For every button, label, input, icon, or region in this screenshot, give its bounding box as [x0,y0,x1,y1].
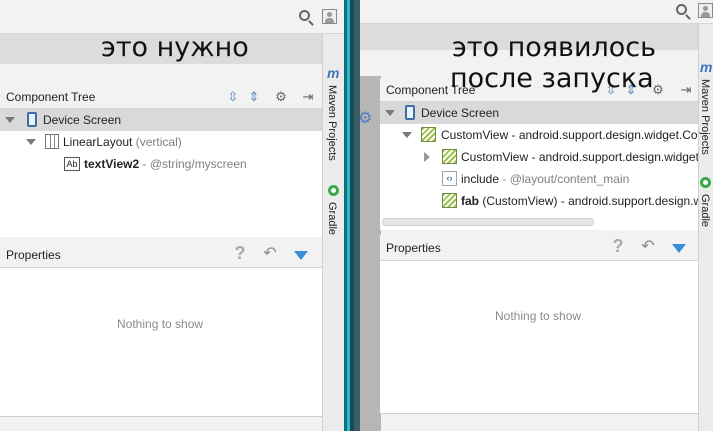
tree-item-detail: - @layout/content_main [502,172,630,186]
tree-item-detail: - android.support.design.widget [531,150,699,164]
expand-arrow-icon[interactable] [26,139,36,145]
right-side-tool-strip: m Maven Projects Gradle [698,24,713,431]
properties-title: Properties [6,248,61,262]
filter-icon[interactable] [294,251,308,260]
left-caption: это нужно [101,32,249,63]
custom-view-icon [421,127,436,142]
gradle-tab[interactable]: Gradle [326,202,338,235]
editor-preview-strip [360,76,381,431]
tree-item-label: LinearLayout (vertical) [63,131,182,153]
expand-arrow-icon[interactable] [385,110,395,116]
hide-panel-icon[interactable]: ⇥ [678,82,694,98]
tree-root-row[interactable]: Device Screen [380,102,698,124]
maven-icon[interactable]: m [327,65,339,81]
device-icon [405,105,415,120]
linear-layout-icon [45,134,59,149]
tree-item-label: textView2 - @string/myscreen [84,153,247,175]
custom-view-icon [442,149,457,164]
left-component-tree: Device Screen LinearLayout (vertical) Ab… [0,109,322,237]
tree-item-name: fab [461,194,479,208]
tree-root-row[interactable]: Device Screen [0,109,322,131]
custom-view-icon [442,193,457,208]
horizontal-scrollbar[interactable] [382,218,594,226]
expand-arrow-icon[interactable] [5,117,15,123]
tree-item-detail: (CustomView) - android.support.design.w [482,194,703,208]
left-side-tool-strip: m Maven Projects Gradle [322,34,344,431]
component-tree-title: Component Tree [6,90,96,104]
left-properties-body: Nothing to show [0,268,322,416]
tree-item-name: CustomView [461,150,529,164]
undo-icon[interactable]: ↶ [262,246,278,262]
tree-row-linearlayout[interactable]: LinearLayout (vertical) [0,131,322,153]
collapsed-arrow-icon[interactable] [424,152,430,162]
tree-item-label: CustomView - android.support.design.widg… [461,146,699,168]
device-icon [27,112,37,127]
right-properties-header: Properties ? ↶ [380,235,698,261]
tree-root-label: Device Screen [43,113,122,127]
tree-item-label: include - @layout/content_main [461,168,629,190]
tree-item-detail: - android.support.design.widget.Co [511,128,698,142]
right-component-tree: Device Screen CustomView - android.suppo… [380,102,702,230]
collapse-all-icon[interactable]: ⇕ [246,89,262,105]
search-icon[interactable] [299,10,310,21]
expand-arrow-icon[interactable] [402,132,412,138]
maven-icon[interactable]: m [700,59,712,75]
right-properties-body: Nothing to show [380,261,698,413]
include-icon: ‹› [442,171,457,186]
tree-row-customview-child[interactable]: CustomView - android.support.design.widg… [380,146,699,168]
hide-panel-icon[interactable]: ⇥ [300,89,316,105]
left-properties-header: Properties ? ↶ [0,242,322,268]
properties-title: Properties [386,241,441,255]
screenshot-divider [344,0,360,431]
tree-item-detail: - @string/myscreen [142,157,247,171]
maven-projects-tab[interactable]: Maven Projects [699,79,711,155]
tree-item-name: LinearLayout [63,135,133,149]
text-view-icon: Ab [64,157,80,171]
gradle-icon[interactable] [700,177,711,188]
right-caption-line1: это появилось [452,32,657,63]
tree-row-customview[interactable]: CustomView - android.support.design.widg… [380,124,698,146]
gear-icon[interactable]: ⚙ [273,89,289,105]
user-icon[interactable] [698,3,713,18]
tree-item-name: CustomView [441,128,509,142]
gear-icon[interactable]: ⚙ [360,108,372,128]
tree-item-name: include [461,172,500,186]
question-icon[interactable]: ? [610,237,626,255]
tree-row-textview[interactable]: Ab textView2 - @string/myscreen [0,153,322,175]
right-top-toolbar [360,0,713,24]
tree-item-label: fab (CustomView) - android.support.desig… [461,190,702,212]
gradle-tab[interactable]: Gradle [699,194,711,227]
tree-item-label: CustomView - android.support.design.widg… [441,124,698,146]
right-screenshot: ⚙ Component Tree ⇳ ⇕ ⚙ ⇥ Device Screen C… [360,0,713,431]
left-component-tree-header: Component Tree ⇳ ⇕ ⚙ ⇥ [0,85,322,109]
question-icon[interactable]: ? [232,244,248,262]
maven-projects-tab[interactable]: Maven Projects [326,85,338,161]
right-caption-line2: после запуска [450,63,654,94]
filter-icon[interactable] [672,244,686,253]
user-icon[interactable] [322,9,337,24]
tree-root-label: Device Screen [421,106,500,120]
tree-item-detail: (vertical) [135,135,182,149]
left-screenshot: это нужно Component Tree ⇳ ⇕ ⚙ ⇥ Device … [0,0,344,431]
left-top-toolbar [0,0,344,34]
bottom-border [380,413,698,414]
properties-empty-message: Nothing to show [117,317,204,331]
properties-empty-message: Nothing to show [495,309,582,323]
search-icon[interactable] [676,4,687,15]
undo-icon[interactable]: ↶ [640,239,656,255]
tree-item-name: textView2 [84,157,140,171]
expand-all-icon[interactable]: ⇳ [225,89,241,105]
bottom-border [0,416,322,417]
tree-row-include[interactable]: ‹› include - @layout/content_main [380,168,698,190]
gradle-icon[interactable] [328,185,339,196]
tree-row-fab[interactable]: fab (CustomView) - android.support.desig… [380,190,702,212]
